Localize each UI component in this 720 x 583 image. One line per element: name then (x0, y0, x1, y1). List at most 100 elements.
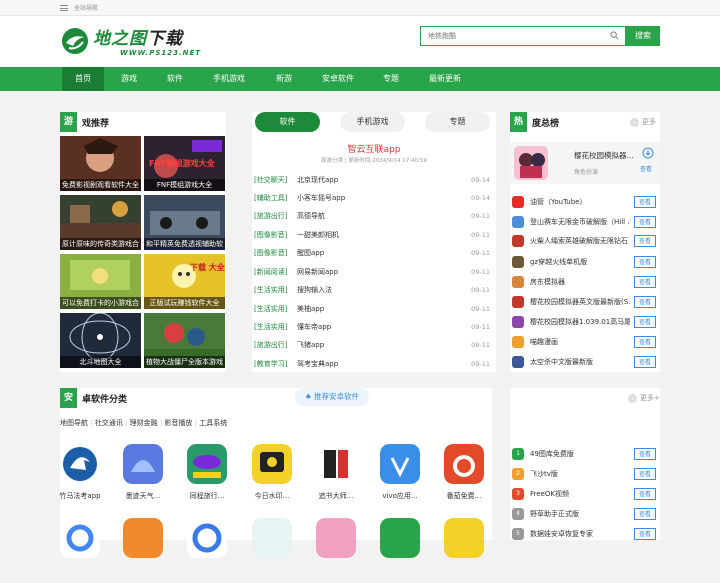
game-card[interactable]: 免费影视剧观看软件大全 (60, 136, 141, 191)
view-button[interactable]: 查看 (634, 256, 656, 268)
app-card[interactable] (177, 518, 237, 583)
app-card[interactable]: 同程旅行... (177, 444, 237, 509)
news-row[interactable]: [辅助工具] 小客车摇号app 09-14 (252, 189, 492, 207)
search-button[interactable]: 搜索 (626, 26, 660, 46)
category-tools[interactable]: 工具系统 (199, 419, 227, 427)
app-card[interactable] (306, 518, 366, 583)
rank-row[interactable]: 樱花校园模拟器英文版最新版(S... 查看 (510, 292, 660, 312)
category-social[interactable]: 社交通讯 (95, 419, 123, 427)
news-row[interactable]: [旅游出行] 飞猪app 09-11 (252, 336, 492, 354)
rank-row[interactable]: 登山赛车无限金币破解版（Hill ... 查看 (510, 212, 660, 232)
app-card[interactable]: 今日水印... (242, 444, 302, 509)
app-card[interactable] (434, 518, 494, 583)
view-button[interactable]: 查看 (634, 316, 656, 328)
news-row[interactable]: [生活实用] 搜狗输入法 09-11 (252, 281, 492, 299)
nav-new-games[interactable]: 新游 (265, 67, 303, 91)
news-row[interactable]: [图像影音] 一甜美颜相机 09-11 (252, 226, 492, 244)
game-caption: FNF模组游戏大全 (144, 179, 225, 191)
rank-row[interactable]: gz穿越火线单机版 查看 (510, 252, 660, 272)
search-input[interactable] (421, 27, 607, 45)
rank-top-item[interactable]: 樱花校园模拟器... 角色扮演 查看 (510, 142, 660, 184)
app-card[interactable]: 追书大师... (306, 444, 366, 509)
game-card[interactable]: 和平精英免费透视辅助软 (144, 195, 225, 250)
android-title: 卓软件分类 (82, 395, 128, 405)
rank-top-view-button[interactable]: 查看 (640, 164, 652, 173)
android-more-link[interactable]: › 更多+ (628, 393, 660, 403)
site-logo[interactable]: 地之图下载 WWW.PS123.NET (60, 24, 200, 60)
news-row[interactable]: [旅游出行] 高德导航 09-11 (252, 207, 492, 225)
game-card[interactable]: FNF模组游戏大全 FNF模组游戏大全 (144, 136, 225, 191)
rank-row[interactable]: 2 飞沙tv版 查看 (510, 464, 660, 484)
nav-software[interactable]: 软件 (156, 67, 194, 91)
rank-row[interactable]: 喵趣漫画 查看 (510, 332, 660, 352)
view-button[interactable]: 查看 (634, 276, 656, 288)
view-button[interactable]: 查看 (634, 468, 656, 480)
nav-mobile-games[interactable]: 手机游戏 (206, 67, 252, 91)
game-card[interactable]: 北斗地图大全 (60, 313, 141, 368)
view-button[interactable]: 查看 (634, 196, 656, 208)
view-button[interactable]: 查看 (634, 336, 656, 348)
search-icon[interactable] (610, 31, 619, 40)
rank-row[interactable]: 4 野草助手正式版 查看 (510, 504, 660, 524)
header: 地之图下载 WWW.PS123.NET 搜索 (0, 16, 720, 67)
view-button[interactable]: 查看 (634, 235, 656, 247)
tab-software[interactable]: 软件 (255, 112, 320, 132)
app-icon (123, 444, 163, 484)
rank-more-link[interactable]: › 更多 (630, 117, 656, 127)
view-button[interactable]: 查看 (634, 448, 656, 460)
view-button[interactable]: 查看 (634, 508, 656, 520)
view-button[interactable]: 查看 (634, 528, 656, 540)
app-card[interactable]: 番茄免费... (434, 444, 494, 509)
rank-row[interactable]: 房东模拟器 查看 (510, 272, 660, 292)
tab-mobile-games[interactable]: 手机游戏 (340, 112, 405, 132)
game-overlay-text: 下载 大全 (190, 263, 225, 272)
nav-home[interactable]: 首页 (62, 67, 104, 91)
news-row[interactable]: [生活实用] 美柚app 09-11 (252, 300, 492, 318)
game-card[interactable]: 下载 大全 正版试玩赚钱软件大全 (144, 254, 225, 309)
view-button[interactable]: 查看 (634, 488, 656, 500)
nav-games[interactable]: 游戏 (110, 67, 148, 91)
news-row[interactable]: [新闻阅读] 网易新闻app 09-11 (252, 263, 492, 281)
news-row[interactable]: [教育学习] 驾考宝典app 09-11 (252, 355, 492, 373)
app-card[interactable] (113, 518, 173, 583)
site-nav-link[interactable]: 全站导航 (74, 3, 98, 12)
game-card[interactable]: 可以免费打卡的小游戏合 (60, 254, 141, 309)
app-card[interactable]: 竹马法考app (50, 444, 110, 509)
rank-row[interactable]: 1 49图库免费版 查看 (510, 444, 660, 464)
app-card[interactable] (50, 518, 110, 583)
news-row[interactable]: [社交聊天] 北京现代app 09-14 (252, 171, 492, 189)
app-card[interactable] (242, 518, 302, 583)
rank-row[interactable]: 5 数据娃安卓恢复专家 查看 (510, 524, 660, 544)
rank-row[interactable]: 火柴人绳索英雄破解版无限钻石 查看 (510, 231, 660, 251)
game-card[interactable]: 植物大战僵尸全版本游戏 (144, 313, 225, 368)
app-card[interactable] (370, 518, 430, 583)
rank-row[interactable]: 樱花校园模拟器1.039.01高马尾... 查看 (510, 312, 660, 332)
view-button[interactable]: 查看 (634, 296, 656, 308)
category-media[interactable]: 影音播放 (164, 419, 192, 427)
game-card[interactable]: 原计原味的传奇类游戏合 (60, 195, 141, 250)
more-icon: › (630, 117, 639, 127)
rank-number: 1 (512, 448, 524, 460)
nav-latest[interactable]: 最新更新 (422, 67, 468, 91)
view-button[interactable]: 查看 (634, 216, 656, 228)
view-button[interactable]: 查看 (634, 356, 656, 368)
menu-icon[interactable] (60, 5, 68, 11)
app-card[interactable]: vivo应用... (370, 444, 430, 509)
game-caption: 正版试玩赚钱软件大全 (144, 297, 225, 309)
nav-android-software[interactable]: 安卓软件 (314, 67, 362, 91)
recommend-android-pill[interactable]: ♠ 推荐安卓软件 (295, 388, 369, 406)
category-finance[interactable]: 理财金融 (130, 419, 158, 427)
tab-topics[interactable]: 专题 (425, 112, 490, 132)
nav-topics[interactable]: 专题 (372, 67, 410, 91)
featured-title[interactable]: 智云互联app (252, 142, 496, 155)
rank-row[interactable]: 油管（YouTube） 查看 (510, 192, 660, 212)
news-row[interactable]: [生活实用] 懂车帝app 09-11 (252, 318, 492, 336)
category-map[interactable]: 地图导航 (60, 419, 88, 427)
app-card[interactable]: 墨迹天气... (113, 444, 173, 509)
download-icon[interactable] (642, 147, 654, 159)
news-row[interactable]: [图像影音] 醒图app 09-11 (252, 244, 492, 262)
game-caption: 免费影视剧观看软件大全 (60, 179, 141, 191)
rank-row[interactable]: 太空杀中文版最新版 查看 (510, 352, 660, 372)
game-caption: 可以免费打卡的小游戏合 (60, 297, 141, 309)
rank-row[interactable]: 3 FreeOK视频 查看 (510, 484, 660, 504)
